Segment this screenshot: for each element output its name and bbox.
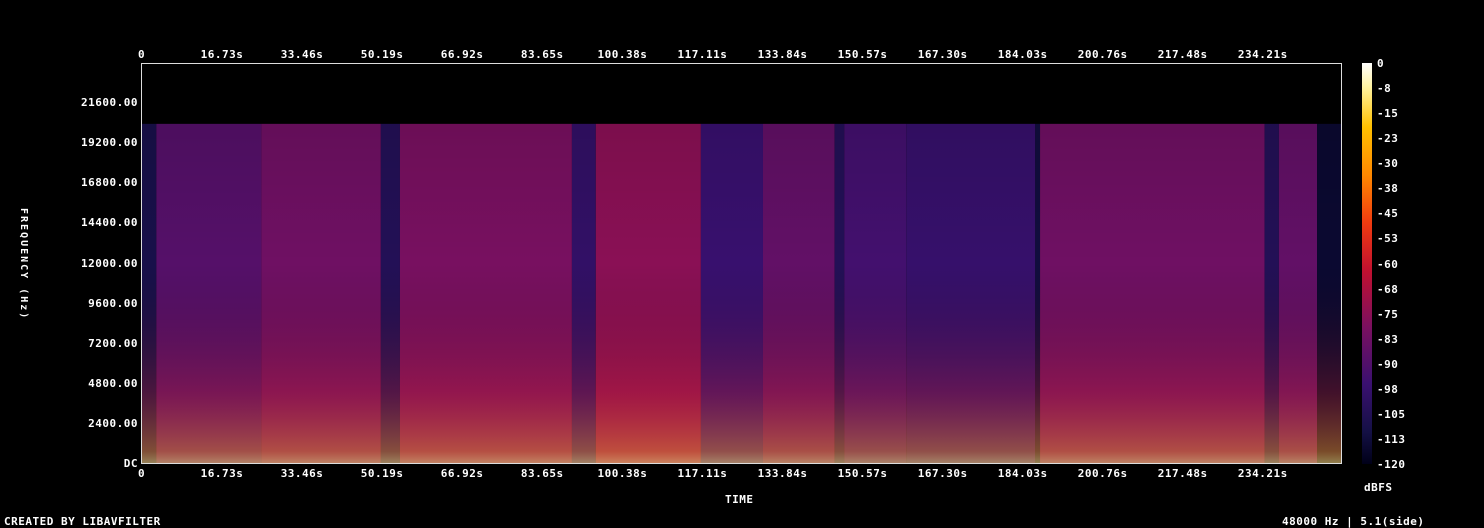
colorbar-tick-label: -75 xyxy=(1377,307,1399,321)
top-time-tick-label: 50.19s xyxy=(360,48,404,61)
footer-sample-info: 48000 Hz | 5.1(side) xyxy=(1282,515,1425,528)
colorbar-tick-label: -38 xyxy=(1377,182,1399,196)
bottom-time-tick-label: 117.11s xyxy=(677,467,728,480)
top-time-tick-label: 0 xyxy=(138,48,146,61)
top-time-tick-label: 133.84s xyxy=(757,48,808,61)
dbfs-colorbar xyxy=(1362,63,1372,464)
colorbar-tick-label: -120 xyxy=(1377,458,1406,471)
frequency-tick-label: 19200.00 xyxy=(81,136,138,150)
colorbar-tick-label: -15 xyxy=(1377,107,1399,121)
colorbar-tick-label: -30 xyxy=(1377,157,1399,171)
frequency-tick-label: 4800.00 xyxy=(88,376,138,390)
colorbar-tick-label: -23 xyxy=(1377,132,1399,146)
bottom-time-tick-label: 0 xyxy=(138,467,146,480)
frequency-tick-label: 14400.00 xyxy=(81,216,138,230)
top-time-tick-label: 184.03s xyxy=(997,48,1048,61)
time-axis-label: TIME xyxy=(725,493,754,506)
bottom-time-tick-label: 200.76s xyxy=(1077,467,1128,480)
bottom-time-tick-label: 150.57s xyxy=(837,467,888,480)
colorbar-tick-label: -98 xyxy=(1377,382,1399,396)
top-time-tick-label: 150.57s xyxy=(837,48,888,61)
bottom-time-tick-label: 133.84s xyxy=(757,467,808,480)
colorbar-tick-label: -105 xyxy=(1377,407,1406,421)
top-time-tick-label: 100.38s xyxy=(597,48,648,61)
colorbar-unit-label: dBFS xyxy=(1364,481,1393,494)
bottom-time-tick-label: 167.30s xyxy=(917,467,968,480)
top-time-tick-label: 33.46s xyxy=(280,48,324,61)
frequency-tick-label: 9600.00 xyxy=(88,296,138,310)
frequency-tick-label: 2400.00 xyxy=(88,416,138,430)
top-time-tick-label: 234.21s xyxy=(1237,48,1288,61)
colorbar-tick-label: -68 xyxy=(1377,282,1399,296)
frequency-axis-label: FREQUENCY (Hz) xyxy=(18,208,29,321)
top-time-tick-label: 117.11s xyxy=(677,48,728,61)
top-time-tick-label: 167.30s xyxy=(917,48,968,61)
bottom-time-tick-label: 83.65s xyxy=(520,467,564,480)
colorbar-tick-label: -83 xyxy=(1377,332,1399,346)
colorbar-tick-label: -45 xyxy=(1377,207,1399,221)
bottom-time-tick-label: 100.38s xyxy=(597,467,648,480)
footer-credit: CREATED BY LIBAVFILTER xyxy=(4,515,161,528)
frequency-tick-label: 21600.00 xyxy=(81,96,138,110)
frequency-tick-label: DC xyxy=(123,457,138,470)
frequency-tick-label: 16800.00 xyxy=(81,176,138,190)
bottom-time-tick-label: 217.48s xyxy=(1157,467,1208,480)
bottom-time-tick-label: 16.73s xyxy=(200,467,244,480)
bottom-time-tick-label: 184.03s xyxy=(997,467,1048,480)
top-time-tick-label: 217.48s xyxy=(1157,48,1208,61)
top-time-tick-label: 83.65s xyxy=(520,48,564,61)
colorbar-tick-label: -8 xyxy=(1377,82,1392,96)
colorbar-tick-label: 0 xyxy=(1377,57,1385,70)
low-frequency-energy-overlay xyxy=(142,64,1341,463)
bottom-time-tick-label: 234.21s xyxy=(1237,467,1288,480)
colorbar-tick-label: -90 xyxy=(1377,357,1399,371)
colorbar-tick-label: -113 xyxy=(1377,432,1406,446)
top-time-tick-label: 16.73s xyxy=(200,48,244,61)
colorbar-tick-label: -53 xyxy=(1377,232,1399,246)
spectrogram-plot xyxy=(141,63,1342,464)
frequency-tick-label: 7200.00 xyxy=(88,336,138,350)
colorbar-tick-label: -60 xyxy=(1377,257,1399,271)
bottom-time-tick-label: 50.19s xyxy=(360,467,404,480)
bottom-time-tick-label: 66.92s xyxy=(440,467,484,480)
top-time-tick-label: 200.76s xyxy=(1077,48,1128,61)
top-time-tick-label: 66.92s xyxy=(440,48,484,61)
spectrogram-image xyxy=(142,64,1341,463)
bottom-time-tick-label: 33.46s xyxy=(280,467,324,480)
frequency-tick-label: 12000.00 xyxy=(81,256,138,270)
